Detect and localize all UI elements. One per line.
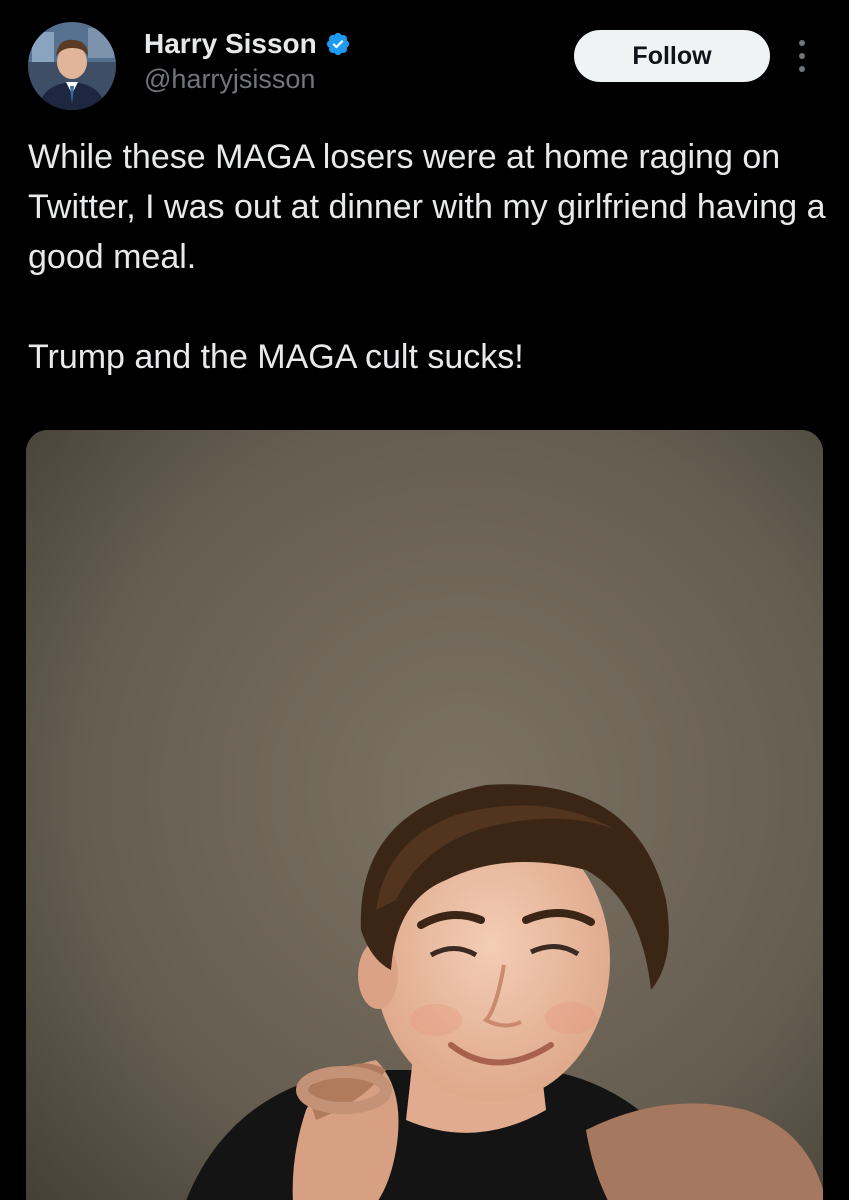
author-name-row[interactable]: Harry Sisson — [144, 24, 351, 64]
dot — [799, 66, 805, 72]
dot — [799, 40, 805, 46]
tweet-paragraph: Trump and the MAGA cult sucks! — [28, 338, 524, 376]
previous-item-clipped-text: ▀ ▀ ▀ ▀ ▀ ▀ ▀ — [140, 0, 372, 17]
tweet-photo[interactable] — [26, 430, 823, 1200]
tweet-screen: ▀ ▀ ▀ ▀ ▀ ▀ ▀ Harry Sisson @harryjsisson… — [0, 0, 849, 1200]
follow-button[interactable]: Follow — [574, 30, 770, 82]
author-avatar[interactable] — [28, 22, 116, 110]
author-handle[interactable]: @harryjsisson — [144, 64, 315, 95]
author-display-name[interactable]: Harry Sisson — [144, 28, 317, 60]
dot — [799, 53, 805, 59]
more-vertical-icon[interactable] — [790, 36, 814, 76]
verified-badge-icon — [325, 31, 351, 57]
tweet-paragraph: While these MAGA losers were at home rag… — [28, 138, 826, 276]
tweet-text: While these MAGA losers were at home rag… — [28, 132, 828, 382]
